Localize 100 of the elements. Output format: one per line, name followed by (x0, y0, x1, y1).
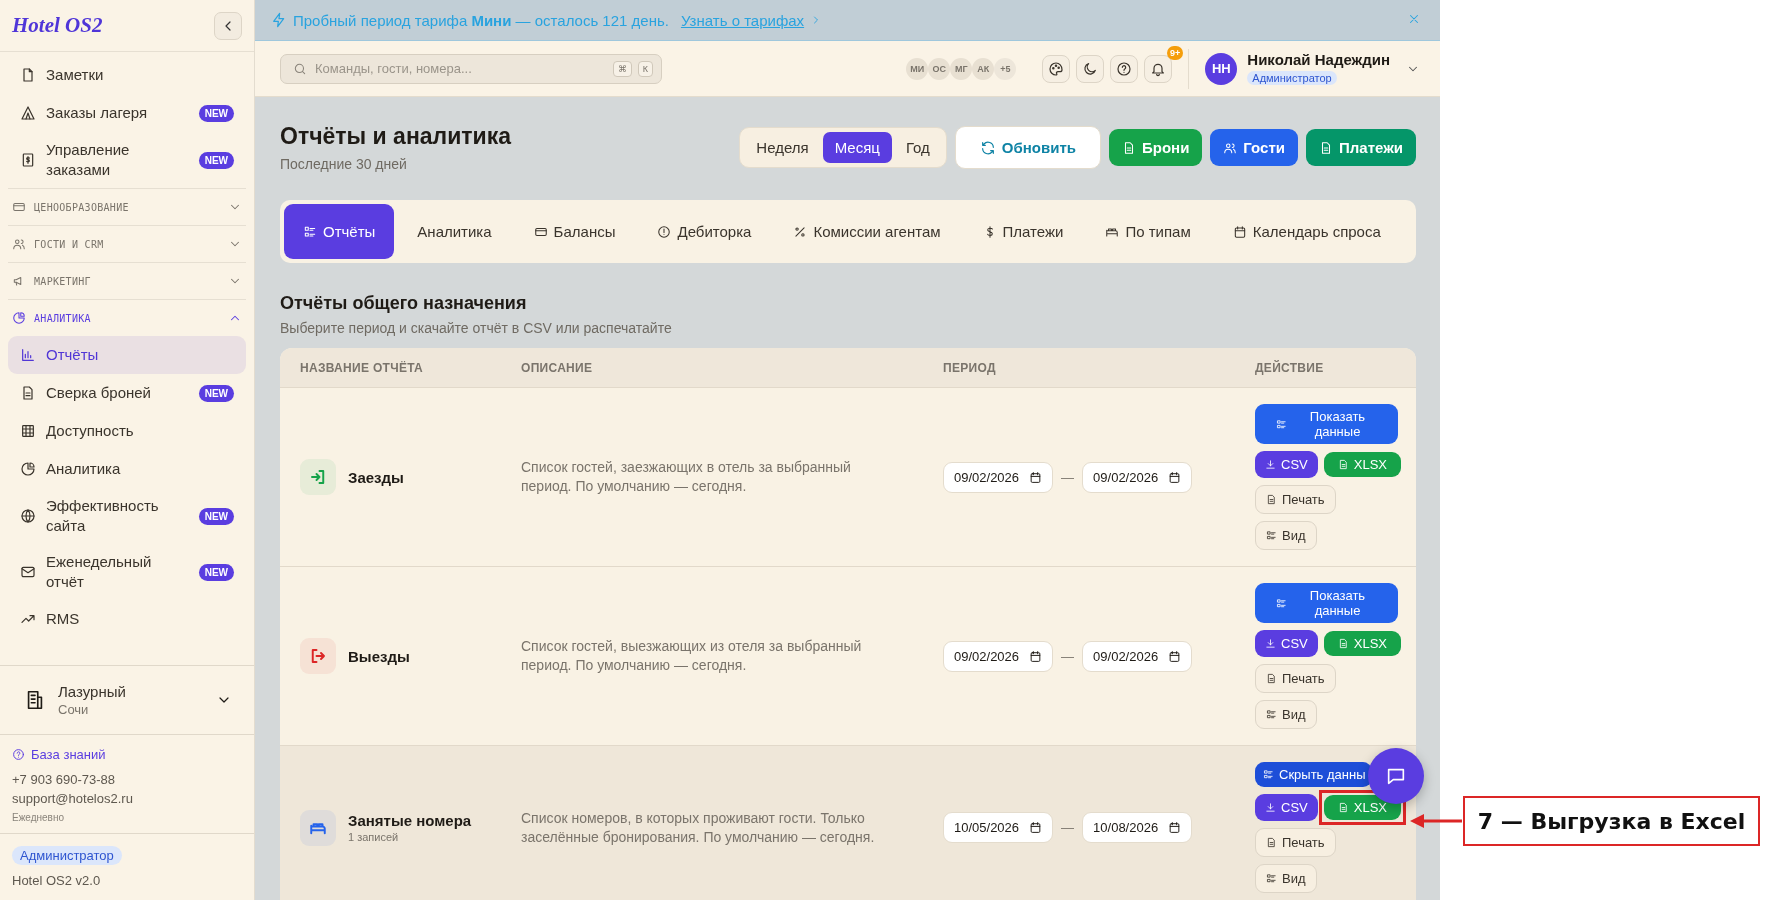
user-avatar[interactable]: МГ (950, 57, 973, 80)
refresh-button[interactable]: Обновить (954, 126, 1101, 169)
section-icon (12, 311, 26, 325)
period-tab[interactable]: Месяц (822, 132, 892, 163)
user-avatar[interactable]: ОС (928, 57, 951, 80)
record-count: 1 записей (348, 831, 400, 843)
list-icon (1266, 873, 1277, 884)
download-icon (1265, 459, 1276, 470)
nav-section-header[interactable]: ГОСТИ И CRM (8, 225, 246, 262)
hotel-city: Сочи (58, 702, 90, 717)
date-field[interactable]: 09/02/2026 (943, 461, 1054, 493)
tab[interactable]: Календарь спроса (1213, 204, 1400, 259)
user-avatar: НН (1205, 52, 1238, 85)
user-avatar[interactable]: АК (972, 57, 995, 80)
help-icon (12, 748, 25, 761)
sidebar-item[interactable]: Отчёты (8, 336, 246, 374)
hotel-selector[interactable]: Лазурный Сочи (0, 665, 254, 735)
csv-button[interactable]: CSV (1255, 451, 1318, 478)
range-dash: — (1061, 469, 1075, 485)
sidebar-item[interactable]: Аналитика (8, 450, 246, 488)
calendar-icon (1029, 470, 1043, 484)
alert-circle-icon (657, 224, 672, 239)
lightning-icon (271, 12, 287, 28)
date-field[interactable]: 09/02/2026 (943, 640, 1054, 672)
nav-icon (20, 385, 36, 401)
section-title: Отчёты общего назначения (280, 293, 528, 314)
list-icon (1266, 530, 1277, 541)
hide-data-button[interactable]: Скрыть данны (1255, 762, 1372, 787)
sidebar-item[interactable]: Управление заказами NEW (8, 132, 246, 188)
sidebar-item[interactable]: Еженедельный отчёт NEW (8, 544, 246, 600)
tab[interactable]: Балансы (514, 204, 635, 259)
search-field[interactable]: Команды, гости, номера... ⌘ К (280, 53, 662, 84)
period-tab[interactable]: Неделя (744, 132, 821, 163)
show-data-button[interactable]: Показать данные (1255, 583, 1398, 623)
tab[interactable]: Комиссии агентам (774, 204, 960, 259)
list-icon (1275, 597, 1287, 609)
new-badge: NEW (198, 384, 234, 402)
list-icon (303, 224, 317, 239)
tab[interactable]: Дебиторка (638, 204, 771, 259)
sidebar-item[interactable]: Заказы лагеря NEW (8, 94, 246, 132)
user-avatar[interactable]: МИ (906, 57, 929, 80)
date-field[interactable]: 10/05/2026 (943, 812, 1054, 843)
download-icon (1265, 638, 1276, 649)
sidebar-item[interactable]: Доступность (8, 412, 246, 450)
dark-mode-button[interactable] (1076, 54, 1105, 83)
sidebar-item[interactable]: Эффективность сайта NEW (8, 488, 246, 544)
sidebar-item[interactable]: Заметки (8, 56, 246, 94)
download-icon (1265, 802, 1276, 813)
more-users-count[interactable]: +5 (994, 57, 1017, 80)
csv-button[interactable]: CSV (1255, 630, 1318, 657)
export-button[interactable]: Гости (1210, 129, 1298, 166)
shortcut-key: ⌘ (612, 60, 632, 77)
sidebar-item[interactable]: RMS (8, 600, 246, 638)
column-header: ПЕРИОД (942, 360, 997, 375)
nav-section-header[interactable]: МАРКЕТИНГ (8, 262, 246, 299)
show-data-button[interactable]: Показать данные (1255, 404, 1398, 444)
page-subtitle: Последние 30 дней (280, 156, 408, 172)
version-text: Hotel OS2 v2.0 (12, 873, 102, 888)
date-field[interactable]: 09/02/2026 (1082, 461, 1193, 493)
calendar-icon (1168, 649, 1182, 663)
column-header: НАЗВАНИЕ ОТЧЁТА (299, 360, 425, 375)
notification-badge: 9+ (1167, 45, 1184, 60)
knowledge-base-link[interactable]: База знаний (12, 747, 242, 762)
print-button[interactable]: Печать (1255, 485, 1336, 514)
search-input[interactable]: Команды, гости, номера... (313, 60, 607, 77)
date-field[interactable]: 09/02/2026 (1082, 640, 1193, 672)
print-button[interactable]: Печать (1255, 828, 1336, 857)
list-icon (1275, 418, 1287, 430)
user-menu[interactable]: НН Николай Надеждин Администратор (1205, 51, 1420, 86)
document-icon (1319, 140, 1333, 155)
document-icon (1266, 837, 1277, 848)
tab[interactable]: Аналитика (398, 204, 511, 259)
period-tab[interactable]: Год (893, 132, 942, 163)
notifications-button[interactable] (1144, 54, 1173, 83)
tab[interactable]: Платежи (963, 204, 1083, 259)
tab[interactable]: Отчёты (284, 204, 395, 259)
calendar-icon (1168, 470, 1182, 484)
report-description: Список гостей, выезжающих из отеля за выбранный период. По умолчанию — сегодня. (521, 637, 863, 675)
theme-button[interactable] (1042, 54, 1071, 83)
moon-icon (1082, 60, 1099, 77)
calendar-icon (1232, 224, 1247, 239)
palette-icon (1048, 60, 1065, 77)
export-button[interactable]: Платежи (1306, 129, 1416, 166)
view-button[interactable]: Вид (1255, 700, 1317, 729)
document-icon (1266, 673, 1277, 684)
section-icon (12, 200, 26, 214)
sidebar-item[interactable]: Сверка броней NEW (8, 374, 246, 412)
nav-section-header[interactable]: ЦЕНООБРАЗОВАНИЕ (8, 188, 246, 225)
calendar-icon (1029, 649, 1043, 663)
date-field[interactable]: 10/08/2026 (1082, 812, 1193, 843)
help-button[interactable] (1110, 54, 1139, 83)
csv-button[interactable]: CSV (1255, 794, 1318, 821)
tab[interactable]: По типам (1086, 204, 1210, 259)
nav-icon (20, 152, 36, 168)
role-badge: Администратор (12, 846, 122, 865)
view-button[interactable]: Вид (1255, 864, 1317, 893)
print-button[interactable]: Печать (1255, 664, 1336, 693)
document-icon (1266, 494, 1277, 505)
view-button[interactable]: Вид (1255, 521, 1317, 550)
new-badge: NEW (198, 104, 234, 122)
